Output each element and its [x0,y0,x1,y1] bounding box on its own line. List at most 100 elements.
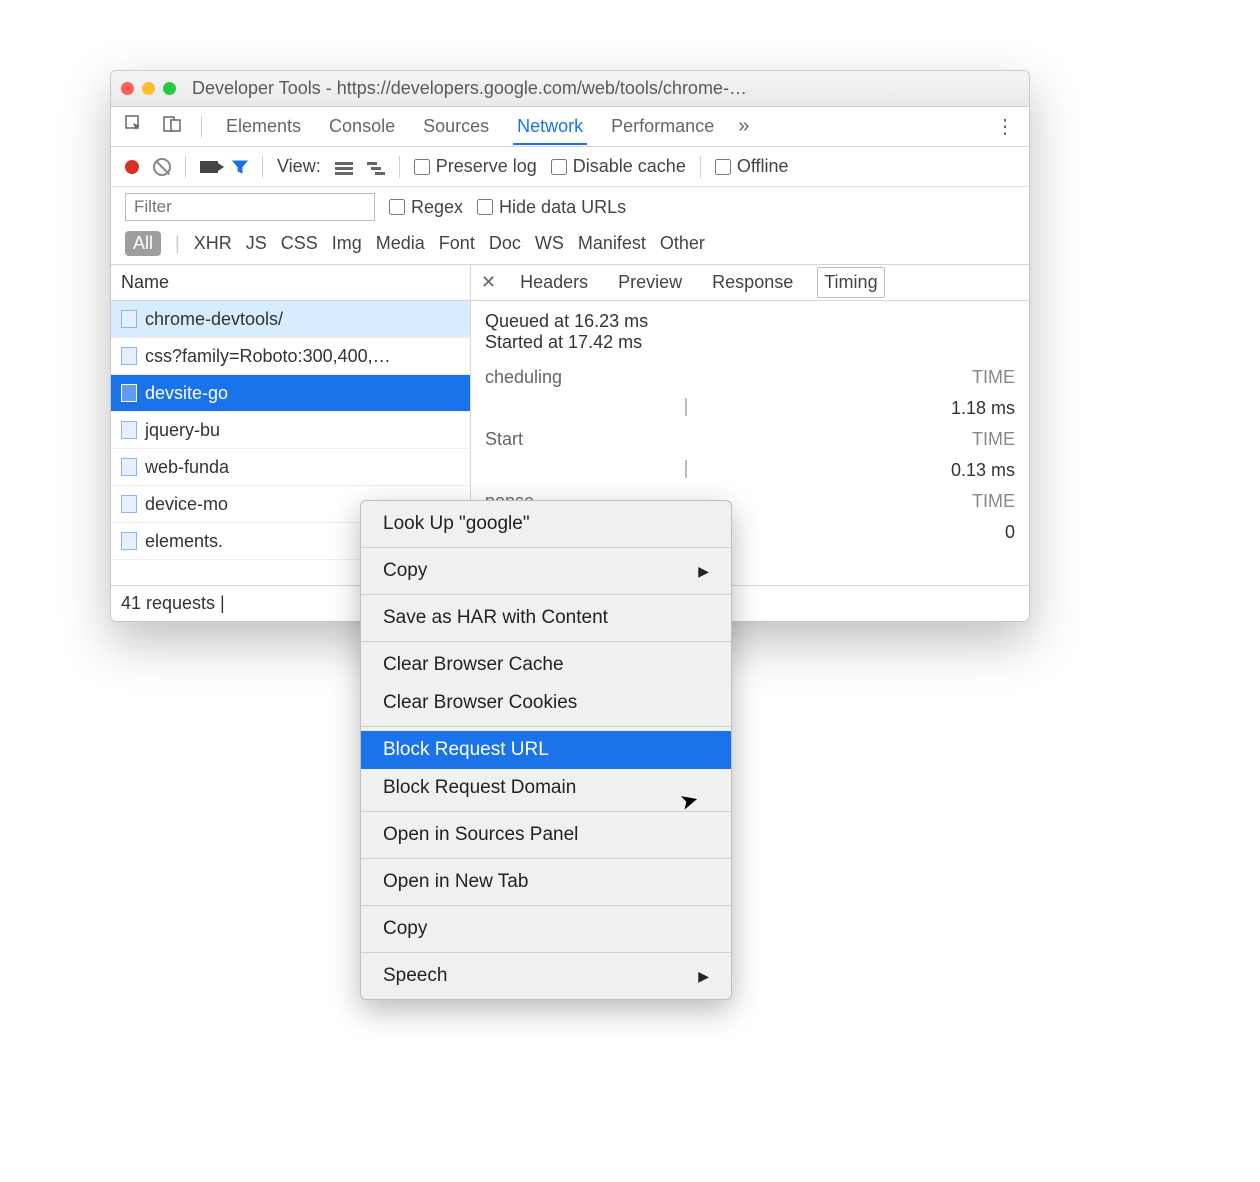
filter-bar: Regex Hide data URLs [111,187,1029,227]
separator [201,116,202,138]
separator [262,156,263,178]
menu-item-label: Block Request Domain [383,777,576,799]
menu-item-label: Open in New Tab [383,871,528,893]
tab-sources[interactable]: Sources [419,108,493,145]
detail-tab-timing[interactable]: Timing [817,267,884,298]
separator [700,156,701,178]
status-text: 41 requests | [121,593,225,614]
kebab-menu-icon[interactable]: ⋮ [995,114,1015,139]
device-toggle-icon[interactable] [163,115,181,138]
timing-caption: TIME [972,367,1015,388]
camera-icon[interactable] [200,161,218,173]
separator [185,156,186,178]
menu-item[interactable]: Open in Sources Panel [361,816,731,854]
type-other[interactable]: Other [660,233,705,254]
timing-label: cheduling [485,367,562,388]
file-icon [121,384,137,402]
column-header-name[interactable]: Name [111,265,470,301]
context-menu: Look Up "google"Copy▶Save as HAR with Co… [360,500,732,1000]
request-name: css?family=Roboto:300,400,… [145,346,391,367]
file-icon [121,347,137,365]
type-all[interactable]: All [125,231,161,256]
window-title: Developer Tools - https://developers.goo… [192,78,747,99]
detail-tab-preview[interactable]: Preview [612,268,688,297]
view-waterfall-icon[interactable] [367,160,385,174]
type-css[interactable]: CSS [281,233,318,254]
network-toolbar: View: Preserve log Disable cache Offline [111,147,1029,187]
menu-separator [361,726,731,727]
type-img[interactable]: Img [332,233,362,254]
tab-network[interactable]: Network [513,108,587,145]
request-name: device-mo [145,494,228,515]
menu-item-label: Look Up "google" [383,513,530,535]
request-row[interactable]: css?family=Roboto:300,400,… [111,338,470,375]
request-row[interactable]: web-funda [111,449,470,486]
close-detail-icon[interactable]: ✕ [481,272,496,293]
tab-elements[interactable]: Elements [222,108,305,145]
detail-tab-response[interactable]: Response [706,268,799,297]
disable-cache-checkbox[interactable]: Disable cache [551,156,686,177]
submenu-arrow-icon: ▶ [698,563,709,580]
menu-item[interactable]: Block Request Domain [361,769,731,807]
tab-performance[interactable]: Performance [607,108,718,145]
menu-item[interactable]: Clear Browser Cookies [361,684,731,722]
menu-item[interactable]: Look Up "google" [361,505,731,543]
menu-separator [361,858,731,859]
view-list-icon[interactable] [335,160,353,174]
detail-tab-headers[interactable]: Headers [514,268,594,297]
request-row[interactable]: chrome-devtools/ [111,301,470,338]
file-icon [121,495,137,513]
menu-item[interactable]: Copy [361,910,731,948]
menu-item[interactable]: Copy▶ [361,552,731,590]
timing-caption: TIME [972,491,1015,512]
type-font[interactable]: Font [439,233,475,254]
menu-item-label: Open in Sources Panel [383,824,578,846]
type-ws[interactable]: WS [535,233,564,254]
zoom-icon[interactable] [163,82,176,95]
file-icon [121,532,137,550]
menu-item-label: Save as HAR with Content [383,607,608,629]
menu-separator [361,547,731,548]
hide-data-urls-checkbox[interactable]: Hide data URLs [477,197,626,218]
inspect-icon[interactable] [125,115,143,138]
menu-item[interactable]: Clear Browser Cache [361,646,731,684]
type-manifest[interactable]: Manifest [578,233,646,254]
timing-section: cheduling TIME [485,367,1015,388]
menu-item-label: Block Request URL [383,739,549,761]
close-icon[interactable] [121,82,134,95]
menu-item[interactable]: Open in New Tab [361,863,731,901]
request-name: devsite-go [145,383,228,404]
menu-separator [361,594,731,595]
menu-item-label: Copy [383,918,427,940]
filter-icon[interactable] [232,159,248,175]
timing-value: 0.13 ms [951,460,1015,481]
filter-input[interactable] [125,193,375,221]
type-js[interactable]: JS [246,233,267,254]
menu-separator [361,811,731,812]
menu-item[interactable]: Save as HAR with Content [361,599,731,637]
type-doc[interactable]: Doc [489,233,521,254]
timing-label: Start [485,429,523,450]
preserve-log-checkbox[interactable]: Preserve log [414,156,537,177]
menu-separator [361,952,731,953]
type-media[interactable]: Media [376,233,425,254]
type-xhr[interactable]: XHR [194,233,232,254]
panel-tabs: Elements Console Sources Network Perform… [111,107,1029,147]
menu-item[interactable]: Block Request URL [361,731,731,769]
clear-icon[interactable] [153,158,171,176]
more-tabs-icon[interactable]: » [738,115,749,138]
minimize-icon[interactable] [142,82,155,95]
detail-tabs: ✕ Headers Preview Response Timing [471,265,1029,301]
record-icon[interactable] [125,160,139,174]
timing-value: 0 [1005,522,1015,543]
menu-item[interactable]: Speech▶ [361,957,731,995]
request-row[interactable]: devsite-go [111,375,470,412]
timing-value: 1.18 ms [951,398,1015,419]
tab-console[interactable]: Console [325,108,399,145]
request-row[interactable]: jquery-bu [111,412,470,449]
timing-section: StartTIME [485,429,1015,450]
timing-queued: Queued at 16.23 ms [485,311,1015,332]
regex-checkbox[interactable]: Regex [389,197,463,218]
type-filter-bar: All | XHR JS CSS Img Media Font Doc WS M… [111,227,1029,265]
offline-checkbox[interactable]: Offline [715,156,789,177]
